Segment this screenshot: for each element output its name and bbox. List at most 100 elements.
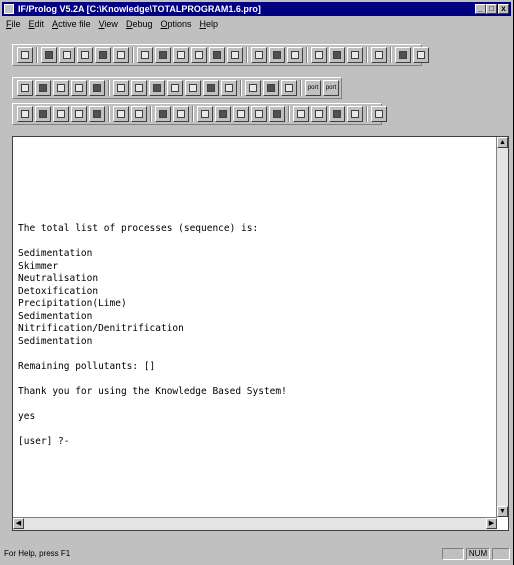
status-message: For Help, press F1 (4, 549, 71, 558)
cascade-icon[interactable] (173, 106, 189, 122)
status-bar: For Help, press F1 NUM (2, 546, 511, 562)
toolbar-debug: port port (12, 77, 342, 99)
toolbar-separator (36, 47, 38, 63)
menu-help[interactable]: Help (196, 17, 223, 31)
console-pane[interactable]: The total list of processes (sequence) i… (12, 136, 509, 531)
maximize-button[interactable]: □ (486, 4, 497, 14)
toolbar-separator (366, 106, 368, 122)
open-icon[interactable] (155, 47, 171, 63)
arrow-down-icon[interactable] (293, 106, 309, 122)
consult-icon[interactable] (95, 47, 111, 63)
copy-icon[interactable] (287, 47, 303, 63)
select-icon[interactable] (89, 106, 105, 122)
list-icon[interactable] (53, 106, 69, 122)
app-icon[interactable] (4, 4, 14, 14)
text-icon[interactable] (35, 80, 51, 96)
edit-list-icon[interactable] (71, 106, 87, 122)
edit-icon[interactable] (227, 47, 243, 63)
horizontal-scrollbar[interactable]: ◀ ▶ (13, 517, 497, 530)
leap-icon[interactable] (203, 80, 219, 96)
calc-icon[interactable] (17, 106, 33, 122)
minimize-button[interactable]: _ (475, 4, 486, 14)
toolbar-file (12, 44, 429, 66)
console-line: The total list of processes (sequence) i… (18, 223, 259, 234)
toolbar-separator (288, 106, 290, 122)
close-button[interactable]: x (498, 4, 509, 14)
status-panel-scroll (492, 548, 510, 560)
arrow-down-icon[interactable] (311, 106, 327, 122)
creep-icon[interactable] (221, 80, 237, 96)
menu-view[interactable]: View (95, 17, 122, 31)
stop-icon[interactable] (371, 47, 387, 63)
print-icon[interactable] (329, 47, 345, 63)
save-file-icon[interactable] (77, 47, 93, 63)
table-icon[interactable] (245, 80, 261, 96)
title-bar[interactable]: IF/Prolog V5.2A [C:\Knowledge\TOTALPROGR… (2, 2, 511, 16)
help-icon[interactable] (413, 47, 429, 63)
toolbar-window (12, 103, 387, 125)
menu-debug[interactable]: Debug (122, 17, 157, 31)
arrow-right-icon[interactable] (215, 106, 231, 122)
browse-icon[interactable] (71, 80, 87, 96)
menu-edit[interactable]: Edit (25, 17, 49, 31)
frame-icon[interactable] (269, 106, 285, 122)
breakpoint-icon[interactable] (113, 80, 129, 96)
toolbar-separator (246, 47, 248, 63)
vertical-scrollbar[interactable]: ▲ ▼ (496, 137, 508, 517)
scroll-down-icon[interactable]: ▼ (497, 506, 508, 517)
scroll-up-icon[interactable]: ▲ (497, 137, 508, 148)
window-title: IF/Prolog V5.2A [C:\Knowledge\TOTALPROGR… (18, 4, 261, 14)
arrow-right-icon[interactable] (251, 106, 267, 122)
toolbar-separator (240, 80, 242, 96)
toolbar-separator (192, 106, 194, 122)
tile-icon[interactable] (155, 106, 171, 122)
grid-icon[interactable] (35, 106, 51, 122)
table-icon[interactable] (281, 80, 297, 96)
scroll-left-icon[interactable]: ◀ (13, 518, 24, 529)
cut-icon[interactable] (113, 47, 129, 63)
edit-icon[interactable] (137, 47, 153, 63)
cut-icon[interactable] (209, 47, 225, 63)
console-output: The total list of processes (sequence) i… (18, 223, 287, 448)
port-icon[interactable]: port (305, 80, 321, 96)
console-line: Sedimentation (18, 248, 93, 259)
step-out-icon[interactable] (167, 80, 183, 96)
table-icon[interactable] (263, 80, 279, 96)
pencil-icon[interactable] (371, 106, 387, 122)
module-icon[interactable] (53, 80, 69, 96)
open-folder-icon[interactable] (173, 47, 189, 63)
arrow-left-icon[interactable] (197, 106, 213, 122)
pause-icon[interactable] (395, 47, 411, 63)
arrange-icon[interactable] (131, 106, 147, 122)
menu-active-file[interactable]: Active file (48, 17, 95, 31)
save-icon[interactable] (191, 47, 207, 63)
find-icon[interactable] (251, 47, 267, 63)
align-icon[interactable] (113, 106, 129, 122)
arrow-up-icon[interactable] (329, 106, 345, 122)
menu-file[interactable]: File (2, 17, 25, 31)
arrow-up-icon[interactable] (347, 106, 363, 122)
console-line: Neutralisation (18, 273, 99, 284)
paste-icon[interactable] (311, 47, 327, 63)
arrow-left-icon[interactable] (233, 106, 249, 122)
trace-icon[interactable] (17, 80, 33, 96)
console-line: Nitrification/Denitrification (18, 323, 184, 334)
ifprolog-window: IF/Prolog V5.2A [C:\Knowledge\TOTALPROGR… (0, 0, 514, 565)
console-line: [user] ?- (18, 435, 70, 447)
new-file-icon[interactable] (17, 47, 33, 63)
watch-icon[interactable] (89, 80, 105, 96)
toolbar-separator (306, 47, 308, 63)
scroll-right-icon[interactable]: ▶ (486, 518, 497, 529)
menu-options[interactable]: Options (156, 17, 195, 31)
toolbar-separator (108, 106, 110, 122)
port-icon[interactable]: port (323, 80, 339, 96)
open-file-icon[interactable] (41, 47, 57, 63)
skip-icon[interactable] (185, 80, 201, 96)
step-in-icon[interactable] (131, 80, 147, 96)
open-folder-icon[interactable] (59, 47, 75, 63)
step-over-icon[interactable] (149, 80, 165, 96)
grid-icon[interactable] (347, 47, 363, 63)
window-icon[interactable] (269, 47, 285, 63)
